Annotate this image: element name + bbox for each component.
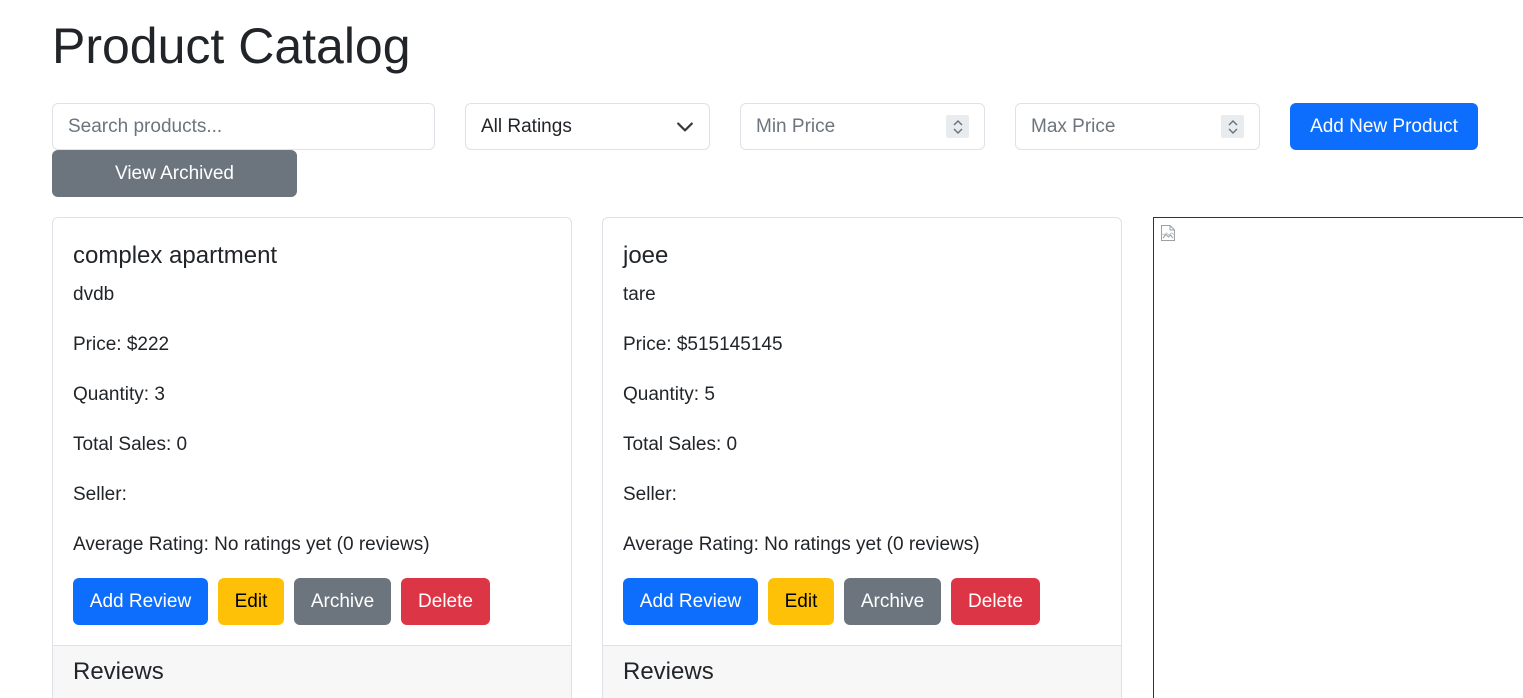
rating-filter-select[interactable]: All Ratings <box>465 103 710 150</box>
product-average-rating: Average Rating: No ratings yet (0 review… <box>623 534 980 555</box>
add-review-button[interactable]: Add Review <box>73 578 208 625</box>
product-catalog-page: Product Catalog All Ratings Add New Prod… <box>0 0 1523 698</box>
delete-button[interactable]: Delete <box>951 578 1040 625</box>
edit-button[interactable]: Edit <box>768 578 834 625</box>
product-price: Price: $222 <box>73 334 170 355</box>
product-price: Price: $515145145 <box>623 334 783 355</box>
card-actions: Add Review Edit Archive Delete <box>73 578 490 625</box>
product-seller: Seller: <box>73 484 127 505</box>
number-spinner-icon[interactable] <box>946 115 969 138</box>
broken-image-icon <box>1161 225 1175 241</box>
reviews-section: Reviews <box>53 645 571 698</box>
product-description: dvdb <box>73 284 115 305</box>
add-new-product-button[interactable]: Add New Product <box>1290 103 1478 150</box>
reviews-heading: Reviews <box>623 658 714 685</box>
product-quantity: Quantity: 3 <box>73 384 165 405</box>
product-quantity: Quantity: 5 <box>623 384 715 405</box>
rating-filter-value: All Ratings <box>481 115 572 137</box>
reviews-heading: Reviews <box>73 658 164 685</box>
product-card: joee tare Price: $515145145 Quantity: 5 … <box>602 217 1122 698</box>
min-price-input[interactable] <box>756 115 946 138</box>
product-total-sales: Total Sales: 0 <box>623 434 738 455</box>
min-price-field[interactable] <box>740 103 985 150</box>
number-spinner-icon[interactable] <box>1221 115 1244 138</box>
max-price-field[interactable] <box>1015 103 1260 150</box>
archive-button[interactable]: Archive <box>844 578 941 625</box>
archive-button[interactable]: Archive <box>294 578 391 625</box>
add-review-button[interactable]: Add Review <box>623 578 758 625</box>
edit-button[interactable]: Edit <box>218 578 284 625</box>
product-seller: Seller: <box>623 484 677 505</box>
delete-button[interactable]: Delete <box>401 578 490 625</box>
broken-image-frame <box>1153 217 1523 698</box>
reviews-section: Reviews <box>603 645 1121 698</box>
product-name: complex apartment <box>73 242 278 269</box>
page-title: Product Catalog <box>52 18 411 74</box>
product-total-sales: Total Sales: 0 <box>73 434 188 455</box>
card-actions: Add Review Edit Archive Delete <box>623 578 1040 625</box>
product-average-rating: Average Rating: No ratings yet (0 review… <box>73 534 430 555</box>
chevron-down-icon <box>677 122 693 131</box>
view-archived-button[interactable]: View Archived <box>52 150 297 197</box>
product-description: tare <box>623 284 656 305</box>
product-card: complex apartment dvdb Price: $222 Quant… <box>52 217 572 698</box>
product-name: joee <box>623 242 669 269</box>
max-price-input[interactable] <box>1031 115 1221 138</box>
search-input[interactable] <box>52 103 435 150</box>
